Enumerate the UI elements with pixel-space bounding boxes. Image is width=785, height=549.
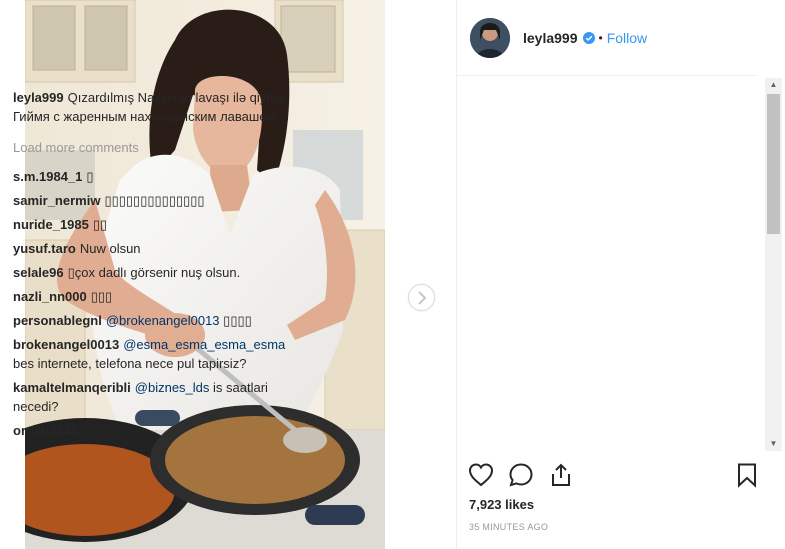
comment-text: ▯çox dadlı görsenir nuş olsun. (67, 265, 241, 280)
comment-row: ornah3245 ▯▯▯▯▯ (13, 421, 298, 440)
comment-row: s.m.1984_1 ▯ (13, 167, 298, 186)
caption-text-line2: Гиймя с жаренным нахчыванским лавашем. (13, 109, 280, 124)
comment-text: ▯ (86, 169, 94, 184)
author-username[interactable]: leyla999 (523, 30, 578, 46)
comment-row: yusuf.taro Nuw olsun (13, 239, 298, 258)
avatar-image (470, 17, 510, 58)
post-timestamp[interactable]: 35 MINUTES AGO (469, 522, 548, 532)
comment-username[interactable]: ornah3245 (13, 423, 78, 438)
comments-scrollbar[interactable]: ▲ ▼ (765, 78, 782, 451)
likes-count[interactable]: 7,923 likes (469, 497, 534, 512)
post-actions (468, 460, 768, 492)
comment-mention-link[interactable]: @biznes_lds (135, 380, 210, 395)
load-more-comments-button[interactable]: Load more comments (13, 138, 298, 157)
scroll-down-arrow-icon[interactable]: ▼ (765, 437, 782, 451)
separator-dot: • (598, 30, 603, 45)
caption-text-line1: Qızardılmış Naxçıvan lavaşı ilə qiymə. (67, 90, 288, 105)
comment-row: kamaltelmanqeribli @biznes_lds is saatlar… (13, 378, 298, 416)
comments-list[interactable]: leyla999 Qızardılmış Naxçıvan lavaşı ilə … (13, 88, 298, 458)
next-image-button[interactable] (408, 284, 435, 311)
comment-mention-link[interactable]: @esma_esma_esma_esma (123, 337, 285, 352)
comment-row: samir_nermiw ▯▯▯▯▯▯▯▯▯▯▯▯▯▯ (13, 191, 298, 210)
comment-username[interactable]: yusuf.taro (13, 241, 76, 256)
comment-username[interactable]: brokenangel0013 (13, 337, 119, 352)
comment-username[interactable]: kamaltelmanqeribli (13, 380, 131, 395)
comment-text: bes internete, telefona nece pul tapirsi… (13, 356, 247, 371)
chevron-right-icon (417, 290, 426, 305)
comment-row: selale96 ▯çox dadlı görsenir nuş olsun. (13, 263, 298, 282)
caption-username[interactable]: leyla999 (13, 90, 64, 105)
comment-username[interactable]: nazli_nn000 (13, 289, 87, 304)
comment-row: nazli_nn000 ▯▯▯ (13, 287, 298, 306)
comment-row: nuride_1985 ▯▯ (13, 215, 298, 234)
comment-text: Nuw olsun (79, 241, 141, 256)
comment-text: ▯▯▯ (90, 289, 113, 304)
comment-text: ▯▯ (92, 217, 108, 232)
share-icon[interactable] (548, 462, 574, 488)
comment-username[interactable]: selale96 (13, 265, 64, 280)
comment-text: ▯▯▯▯▯▯▯▯▯▯▯▯▯▯ (104, 193, 205, 208)
comment-username[interactable]: personablegnl (13, 313, 102, 328)
scrollbar-thumb[interactable] (767, 94, 780, 234)
comment-username[interactable]: samir_nermiw (13, 193, 100, 208)
comment-text: ▯▯▯▯ (223, 313, 252, 328)
comment-mention-link[interactable]: @brokenangel0013 (106, 313, 220, 328)
comment-username[interactable]: s.m.1984_1 (13, 169, 82, 184)
avatar[interactable] (470, 17, 510, 58)
comment-text: ▯▯▯▯▯ (82, 423, 118, 438)
comment-row: brokenangel0013 @esma_esma_esma_esma bes … (13, 335, 298, 373)
post-caption: leyla999 Qızardılmış Naxçıvan lavaşı ilə … (13, 88, 298, 126)
verified-badge-icon (582, 31, 595, 44)
post-header: leyla999 • Follow (457, 0, 757, 76)
comment-row: personablegnl @brokenangel0013 ▯▯▯▯ (13, 311, 298, 330)
comment-username[interactable]: nuride_1985 (13, 217, 89, 232)
bookmark-icon[interactable] (734, 462, 760, 488)
follow-button[interactable]: Follow (607, 30, 647, 46)
heart-icon[interactable] (468, 462, 494, 488)
scroll-up-arrow-icon[interactable]: ▲ (765, 78, 782, 92)
speech-bubble-icon[interactable] (508, 462, 534, 488)
